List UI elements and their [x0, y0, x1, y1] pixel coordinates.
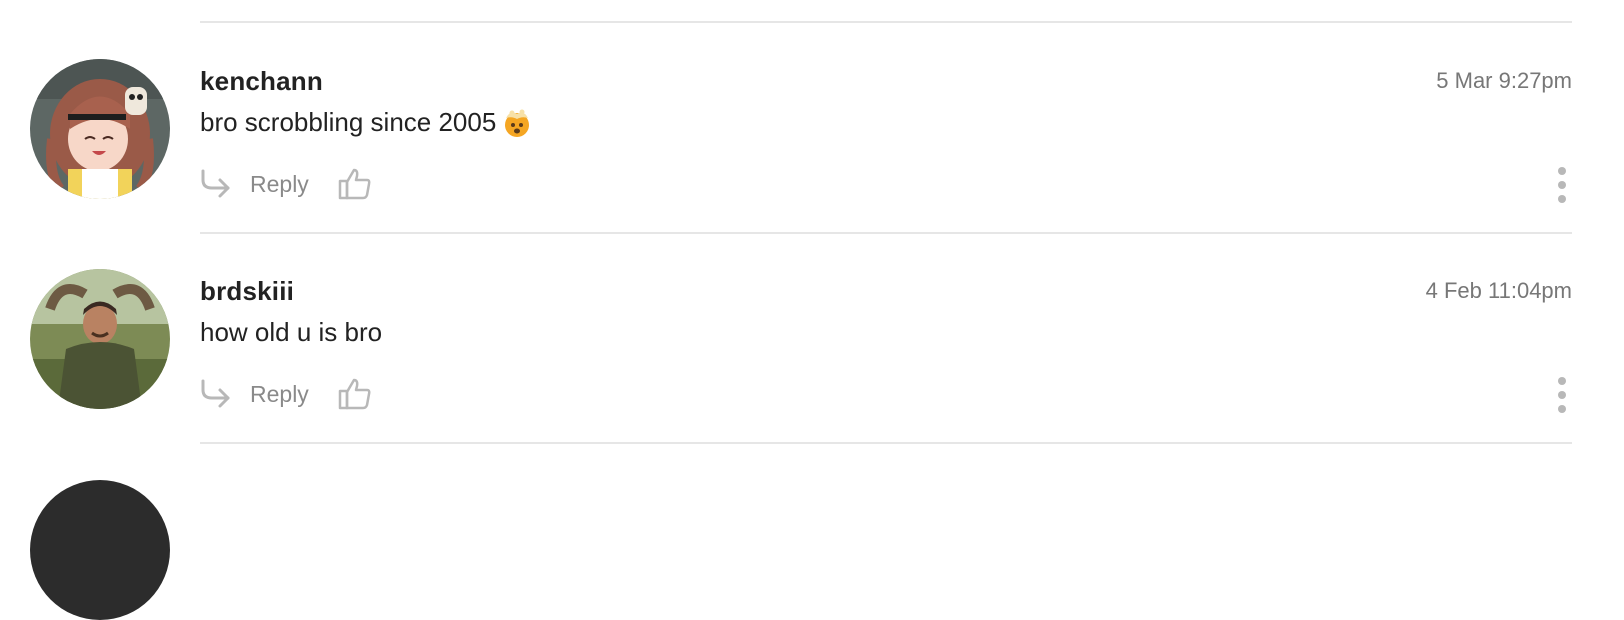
- reply-arrow-icon: [198, 166, 234, 202]
- comment-item: kenchann 5 Mar 9:27pm bro scrobbling sin…: [0, 59, 1624, 277]
- thumbs-up-icon: [338, 168, 371, 200]
- user-avatar[interactable]: [30, 269, 170, 409]
- comment-actions: Reply: [198, 374, 373, 414]
- man-photo-avatar: [30, 269, 170, 409]
- comment-text: how old u is bro: [200, 317, 383, 347]
- divider: [200, 21, 1572, 23]
- comment-timestamp[interactable]: 5 Mar 9:27pm: [1436, 68, 1572, 94]
- comment-username[interactable]: kenchann: [200, 66, 323, 97]
- comment-timestamp[interactable]: 4 Feb 11:04pm: [1426, 278, 1572, 304]
- user-avatar[interactable]: [30, 59, 170, 199]
- reply-button[interactable]: Reply: [198, 166, 309, 202]
- exploding-head-emoji-icon: [505, 109, 530, 137]
- divider: [200, 442, 1572, 444]
- more-options-button[interactable]: [1552, 167, 1572, 203]
- comment-text-row: how old u is bro: [200, 317, 382, 348]
- like-button[interactable]: [337, 376, 373, 412]
- more-vertical-icon: [1558, 377, 1566, 385]
- comment-text-row: bro scrobbling since 2005: [200, 107, 532, 138]
- more-options-button[interactable]: [1552, 377, 1572, 413]
- reply-arrow-icon: [198, 376, 234, 412]
- comment-text: bro scrobbling since 2005: [200, 107, 497, 137]
- like-button[interactable]: [337, 166, 373, 202]
- divider: [200, 232, 1572, 234]
- comment-actions: Reply: [198, 164, 373, 204]
- comment-item: brdskiii 4 Feb 11:04pm how old u is bro …: [0, 269, 1624, 487]
- thumbs-up-icon: [338, 378, 371, 410]
- comment-thread: kenchann 5 Mar 9:27pm bro scrobbling sin…: [0, 0, 1624, 620]
- dark-avatar: [30, 480, 170, 620]
- user-avatar[interactable]: [30, 480, 170, 620]
- reply-label: Reply: [250, 170, 309, 197]
- reply-label: Reply: [250, 380, 309, 407]
- more-vertical-icon: [1558, 167, 1566, 175]
- comment-username[interactable]: brdskiii: [200, 276, 294, 307]
- reply-button[interactable]: Reply: [198, 376, 309, 412]
- anime-girl-avatar: [30, 59, 170, 199]
